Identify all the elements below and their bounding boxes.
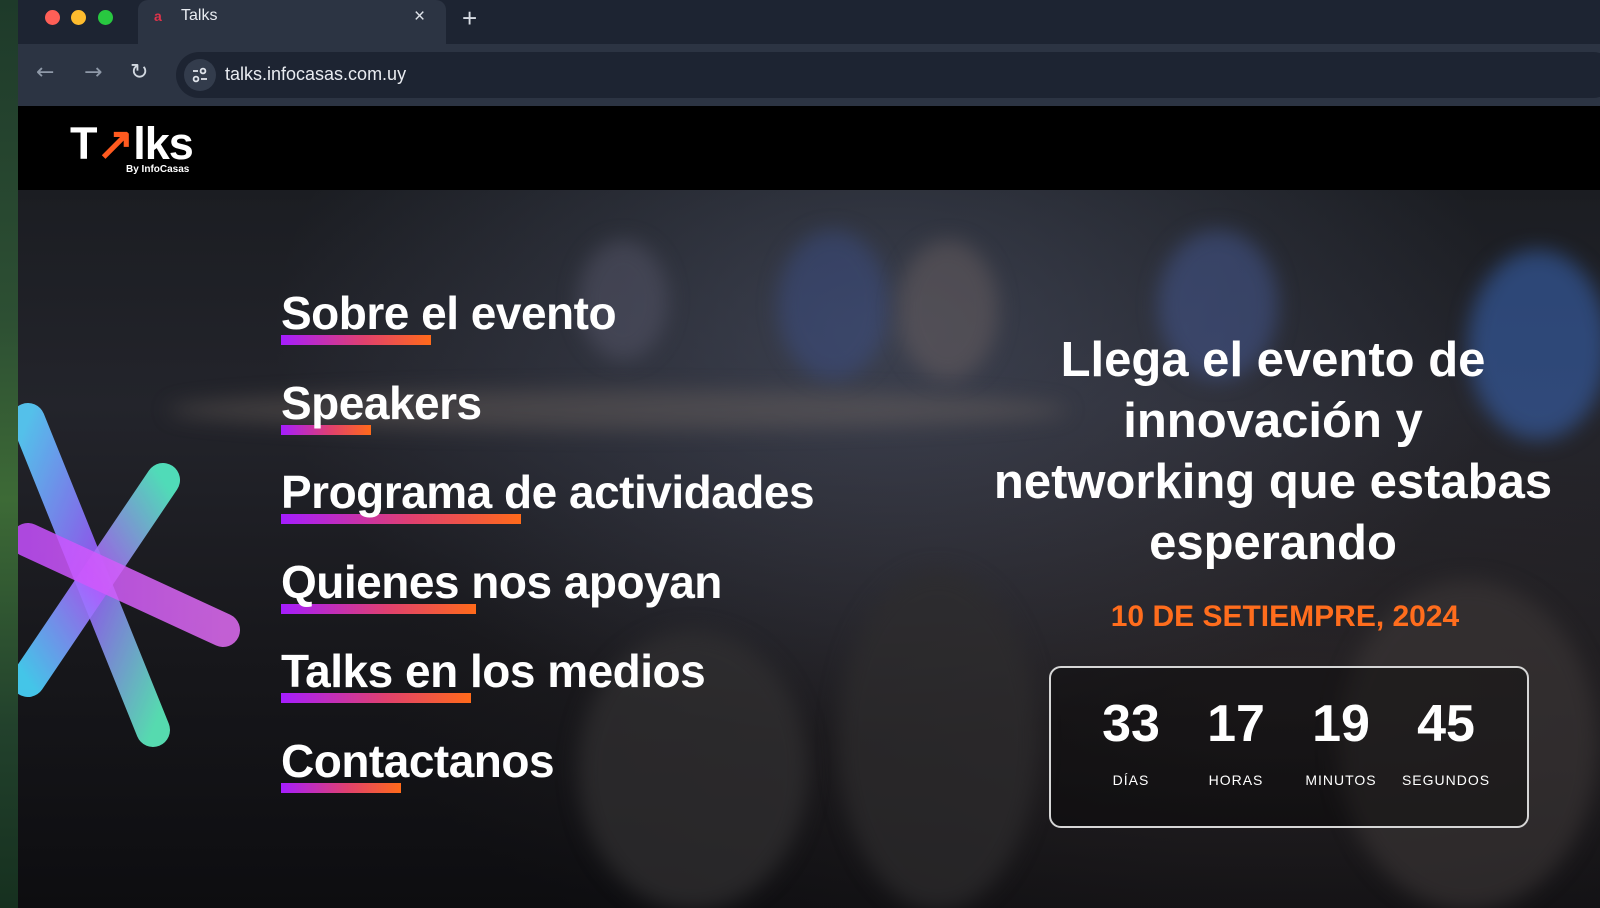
site-favicon-icon: a bbox=[154, 8, 162, 24]
address-bar[interactable]: talks.infocasas.com.uy bbox=[176, 52, 1600, 98]
countdown-seconds: 45 SEGUNDOS bbox=[1393, 694, 1499, 788]
countdown-minutes: 19 MINUTOS bbox=[1288, 694, 1394, 788]
countdown-value: 45 bbox=[1417, 695, 1475, 753]
menu-item-label: Contactanos bbox=[281, 734, 555, 787]
menu-item-label: Talks en los medios bbox=[281, 645, 706, 697]
forward-icon[interactable]: → bbox=[84, 60, 102, 85]
tab-bar: a Talks × + bbox=[18, 0, 1600, 44]
tab-title: Talks bbox=[181, 7, 218, 24]
decorative-star-icon bbox=[18, 403, 240, 747]
headline-line: esperando bbox=[1149, 516, 1397, 570]
countdown-hours: 17 HORAS bbox=[1183, 694, 1289, 788]
menu-item-programa[interactable]: Programa de actividades bbox=[281, 464, 921, 554]
browser-toolbar: ← → ↻ talks.infocasas.com.uy bbox=[18, 44, 1600, 106]
close-tab-icon[interactable]: × bbox=[414, 6, 425, 28]
hero-headline: Llega el evento de innovación y networki… bbox=[953, 330, 1593, 574]
headline-line: innovación y bbox=[1123, 394, 1423, 448]
close-window-button[interactable] bbox=[45, 10, 60, 25]
menu-item-label: Quienes nos apoyan bbox=[281, 555, 722, 608]
logo-wordmark: T↗lks bbox=[70, 118, 194, 169]
talks-logo[interactable]: T↗lks By InfoCasas bbox=[70, 118, 200, 178]
minimize-window-button[interactable] bbox=[71, 10, 86, 25]
countdown-label: DÍAS bbox=[1112, 772, 1150, 788]
menu-item-label: Sobre el evento bbox=[281, 287, 617, 339]
menu-item-talks-en-los-medios[interactable]: Talks en los medios bbox=[281, 643, 921, 733]
menu-item-contactanos[interactable]: Contactanos bbox=[281, 733, 921, 823]
logo-arrow-icon: ↗ bbox=[96, 118, 135, 169]
menu-item-label: Speakers bbox=[281, 376, 482, 429]
countdown-label: MINUTOS bbox=[1305, 772, 1377, 788]
countdown-label: HORAS bbox=[1208, 772, 1264, 788]
countdown-timer: 33 DÍAS 17 HORAS 19 MINUTOS 45 SEGUNDOS bbox=[1049, 666, 1529, 828]
countdown-value: 17 bbox=[1207, 695, 1265, 753]
maximize-window-button[interactable] bbox=[98, 10, 113, 25]
hero-section: Sobre el evento Speakers Programa de act… bbox=[18, 190, 1600, 908]
logo-byline: By InfoCasas bbox=[126, 164, 190, 175]
countdown-label: SEGUNDOS bbox=[1401, 772, 1491, 788]
tab-talks[interactable]: a Talks × bbox=[138, 0, 446, 44]
browser-window: a Talks × + ← → ↻ talks.infocasas.com.uy… bbox=[18, 0, 1600, 908]
menu-item-label: Programa de actividades bbox=[281, 466, 815, 518]
url-text[interactable]: talks.infocasas.com.uy bbox=[225, 64, 406, 85]
back-icon[interactable]: ← bbox=[36, 60, 54, 85]
site-settings-icon[interactable] bbox=[184, 59, 216, 91]
menu-item-sobre-el-evento[interactable]: Sobre el evento bbox=[281, 285, 921, 375]
headline-line: networking que estabas bbox=[993, 455, 1553, 509]
menu-item-speakers[interactable]: Speakers bbox=[281, 375, 921, 465]
main-navigation: Sobre el evento Speakers Programa de act… bbox=[281, 285, 921, 822]
menu-item-quienes-nos-apoyan[interactable]: Quienes nos apoyan bbox=[281, 554, 921, 644]
countdown-value: 33 bbox=[1102, 695, 1160, 753]
headline-line: Llega el evento de bbox=[1060, 333, 1486, 387]
countdown-value: 19 bbox=[1312, 695, 1370, 753]
new-tab-button[interactable]: + bbox=[462, 3, 477, 34]
countdown-days: 33 DÍAS bbox=[1078, 694, 1184, 788]
reload-icon[interactable]: ↻ bbox=[130, 60, 148, 85]
event-date: 10 DE SETIEMPRE, 2024 bbox=[1110, 600, 1460, 633]
site-header: T↗lks By InfoCasas bbox=[18, 106, 1600, 190]
desktop-wallpaper bbox=[0, 0, 18, 908]
